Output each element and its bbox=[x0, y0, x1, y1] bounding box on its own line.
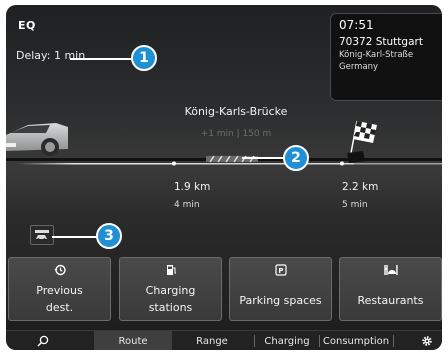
parking-icon: P bbox=[274, 264, 287, 276]
restaurants-tile[interactable]: Restaurants bbox=[339, 257, 442, 321]
navigation-screen: EQ Delay: 1 min 1 07:51 70372 Stuttgart … bbox=[6, 5, 442, 350]
bottom-tab-bar: Route Range Charging Consumption bbox=[6, 330, 442, 350]
settings-button[interactable] bbox=[416, 331, 438, 350]
eq-logo: EQ bbox=[18, 19, 36, 32]
tab-divider bbox=[254, 335, 255, 347]
parking-spaces-tile[interactable]: P Parking spaces bbox=[229, 257, 332, 321]
segment-1-time: 4 min bbox=[174, 200, 200, 210]
search-icon bbox=[37, 335, 49, 347]
callout-marker-1: 1 bbox=[131, 45, 157, 71]
delay-text: Delay: 1 min bbox=[16, 49, 86, 62]
history-icon bbox=[54, 264, 66, 276]
tile-label-line1: Parking spaces bbox=[239, 294, 322, 307]
previous-destinations-tile[interactable]: Previous dest. bbox=[8, 257, 111, 321]
restaurant-icon bbox=[383, 265, 398, 275]
tab-charging[interactable]: Charging bbox=[256, 331, 318, 350]
route-event-detail: +1 min | 150 m bbox=[200, 129, 272, 139]
tab-divider bbox=[393, 335, 394, 347]
segment-1-distance: 1.9 km bbox=[174, 181, 211, 193]
callout-leader-1 bbox=[70, 58, 132, 60]
segment-2-time: 5 min bbox=[342, 200, 368, 210]
gear-icon bbox=[422, 336, 432, 346]
search-button[interactable] bbox=[28, 331, 58, 350]
destination-country: Germany bbox=[339, 62, 379, 72]
tile-label-line1: Previous bbox=[36, 284, 83, 297]
traffic-sign-icon bbox=[35, 230, 49, 241]
destination-flag-icon bbox=[347, 120, 377, 163]
tile-label-line2: dest. bbox=[45, 301, 74, 314]
route-event-name: König-Karls-Brücke bbox=[184, 105, 288, 118]
tile-label-line2: stations bbox=[148, 301, 193, 314]
destination-info-card[interactable]: 07:51 70372 Stuttgart König-Karl-Straße … bbox=[330, 13, 442, 101]
destination-postal-city: 70372 Stuttgart bbox=[339, 36, 423, 48]
segment-2-distance: 2.2 km bbox=[342, 181, 379, 193]
arrival-time: 07:51 bbox=[339, 18, 374, 32]
charging-stations-tile[interactable]: Charging stations bbox=[119, 257, 222, 321]
callout-marker-2: 2 bbox=[283, 145, 309, 171]
tab-consumption[interactable]: Consumption bbox=[320, 331, 392, 350]
traffic-sign-button[interactable] bbox=[30, 225, 54, 245]
tile-label-line1: Charging bbox=[145, 284, 196, 297]
callout-leader-2 bbox=[242, 157, 286, 159]
tile-label-line1: Restaurants bbox=[357, 294, 424, 307]
tab-range[interactable]: Range bbox=[172, 331, 252, 350]
svg-text:P: P bbox=[278, 267, 283, 275]
charging-station-icon bbox=[166, 265, 176, 275]
tab-route[interactable]: Route bbox=[94, 331, 172, 350]
callout-marker-3: 3 bbox=[96, 223, 122, 249]
destination-street: König-Karl-Straße bbox=[339, 50, 414, 60]
callout-leader-3 bbox=[52, 236, 98, 238]
